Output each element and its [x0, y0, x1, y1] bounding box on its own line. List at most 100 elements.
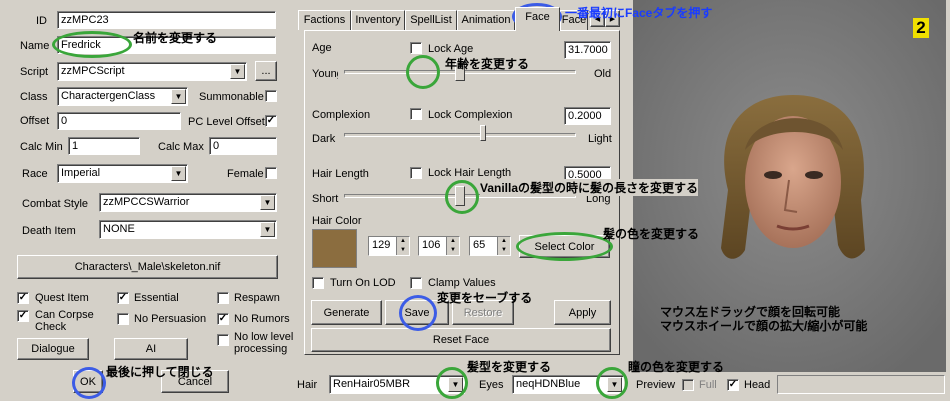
turn-on-lod-label: Turn On LOD — [330, 277, 396, 289]
save-annotation: 変更をセーブする — [437, 291, 533, 305]
combat-style-label: Combat Style — [22, 198, 89, 210]
calc-min-field[interactable]: 1 — [68, 137, 140, 155]
complexion-value-field[interactable]: 0.2000 — [564, 107, 611, 125]
chevron-down-icon: ▼ — [260, 222, 275, 237]
class-label: Class — [20, 91, 48, 103]
name-annotation: 名前を変更する — [133, 31, 218, 45]
turn-on-lod-checkbox[interactable] — [312, 277, 324, 289]
no-persuasion-checkbox[interactable] — [117, 313, 129, 325]
pc-level-offset-label: PC Level Offset — [188, 116, 265, 128]
preview-full-label: Full — [699, 379, 717, 391]
complexion-min-label: Dark — [312, 133, 336, 145]
eyes-annotation: 瞳の色を変更する — [628, 360, 725, 374]
female-label: Female — [227, 168, 264, 180]
class-value: CharactergenClass — [61, 90, 156, 102]
hair-blue-spinner[interactable]: 65 ▲ ▼ — [469, 236, 511, 256]
hair-length-min-label: Short — [312, 193, 339, 205]
can-corpse-check-checkbox[interactable]: ✓ — [17, 310, 29, 322]
summonable-label: Summonable — [199, 91, 264, 103]
script-more-button[interactable]: ... — [255, 61, 277, 81]
script-value: zzMPCScript — [61, 65, 125, 77]
eyes-label: Eyes — [479, 379, 504, 391]
preview-head-label: Head — [744, 379, 771, 391]
preview-head-checkbox[interactable]: ✓ — [727, 379, 739, 391]
hair-annotation: 髪型を変更する — [467, 360, 552, 374]
combat-style-dropdown[interactable]: zzMPCCSWarrior ▼ — [99, 193, 277, 212]
preview-label: Preview — [636, 379, 676, 391]
no-rumors-label: No Rumors — [234, 313, 290, 325]
respawn-checkbox[interactable] — [217, 292, 229, 304]
preview-zoom-annotation: マウスホイールで顔の拡大/縮小が可能 — [660, 319, 868, 333]
dialogue-button[interactable]: Dialogue — [17, 338, 89, 360]
death-item-dropdown[interactable]: NONE ▼ — [99, 220, 277, 239]
offset-field[interactable]: 0 — [57, 112, 181, 130]
generate-button[interactable]: Generate — [311, 300, 382, 325]
hair-red-value: 129 — [372, 239, 391, 251]
death-item-value: NONE — [103, 223, 135, 235]
chevron-down-icon: ▼ — [607, 377, 622, 392]
hair-dropdown[interactable]: RenHair05MBR ▼ — [329, 375, 465, 394]
tab-animation[interactable]: Animation — [457, 10, 515, 30]
no-low-level-processing-checkbox[interactable] — [217, 334, 229, 346]
age-min-label: Young — [312, 68, 338, 80]
calc-max-field[interactable]: 0 — [209, 137, 277, 155]
no-low-level-processing-label: No low level processing — [234, 331, 294, 355]
quest-item-checkbox[interactable]: ✓ — [17, 292, 29, 304]
respawn-label: Respawn — [234, 292, 280, 304]
female-checkbox[interactable] — [265, 167, 277, 179]
ok-button[interactable]: OK — [73, 370, 103, 393]
tab-inventory[interactable]: Inventory — [351, 10, 405, 30]
id-label: ID — [36, 15, 47, 27]
pc-level-offset-checkbox[interactable]: ✓ — [265, 115, 277, 127]
hair-label: Hair — [297, 379, 318, 391]
hair-length-slider-thumb[interactable] — [455, 186, 465, 206]
lock-hair-length-label: Lock Hair Length — [428, 167, 512, 179]
ok-annotation: 最後に押して閉じる — [106, 365, 214, 379]
lock-age-checkbox[interactable] — [410, 42, 422, 54]
reset-face-button[interactable]: Reset Face — [311, 328, 611, 352]
tab-factions[interactable]: Factions — [298, 10, 351, 30]
id-field[interactable]: zzMPC23 — [57, 11, 276, 29]
hair-red-spinner[interactable]: 129 ▲ ▼ — [368, 236, 410, 256]
tab-spelllist[interactable]: SpellList — [405, 10, 457, 30]
skeleton-button[interactable]: Characters\_Male\skeleton.nif — [17, 255, 278, 279]
class-dropdown[interactable]: CharactergenClass ▼ — [57, 87, 188, 106]
chevron-down-icon: ▼ — [448, 377, 463, 392]
chevron-down-icon: ▼ — [171, 89, 186, 104]
lock-hair-length-checkbox[interactable] — [410, 167, 422, 179]
preview-full-checkbox[interactable] — [682, 379, 694, 391]
age-max-label: Old — [594, 68, 612, 80]
no-rumors-checkbox[interactable]: ✓ — [217, 313, 229, 325]
apply-button[interactable]: Apply — [554, 300, 611, 325]
eyes-dropdown[interactable]: neqHDNBlue ▼ — [512, 375, 624, 394]
eyes-value: neqHDNBlue — [516, 378, 581, 390]
summonable-checkbox[interactable] — [265, 90, 277, 102]
essential-checkbox[interactable]: ✓ — [117, 292, 129, 304]
spinner-arrows-icon: ▲ ▼ — [497, 237, 510, 255]
hair-color-swatch[interactable] — [312, 229, 357, 268]
combat-style-value: zzMPCCSWarrior — [103, 196, 190, 208]
no-persuasion-label: No Persuasion — [134, 313, 207, 325]
quest-item-label: Quest Item — [35, 292, 89, 304]
complexion-label: Complexion — [312, 109, 371, 121]
complexion-slider-thumb[interactable] — [480, 125, 487, 141]
lock-complexion-checkbox[interactable] — [410, 108, 422, 120]
lock-complexion-label: Lock Complexion — [428, 109, 513, 121]
spinner-arrows-icon: ▲ ▼ — [446, 237, 459, 255]
script-dropdown[interactable]: zzMPCScript ▼ — [57, 62, 247, 81]
status-field — [777, 375, 945, 394]
select-color-button[interactable]: Select Color — [519, 235, 610, 258]
hair-green-spinner[interactable]: 106 ▲ ▼ — [418, 236, 460, 256]
tab-face[interactable]: Face — [515, 7, 560, 31]
race-dropdown[interactable]: Imperial ▼ — [57, 164, 188, 183]
hair-blue-value: 65 — [473, 239, 486, 251]
age-value-field[interactable]: 31.7000 — [564, 41, 611, 59]
name-label: Name — [20, 40, 50, 52]
clamp-values-checkbox[interactable] — [410, 277, 422, 289]
calc-max-label: Calc Max — [158, 141, 204, 153]
ai-button[interactable]: AI — [114, 338, 188, 360]
essential-label: Essential — [134, 292, 179, 304]
page-number-badge: 2 — [913, 18, 929, 38]
death-item-label: Death Item — [22, 225, 76, 237]
calc-min-label: Calc Min — [20, 141, 63, 153]
